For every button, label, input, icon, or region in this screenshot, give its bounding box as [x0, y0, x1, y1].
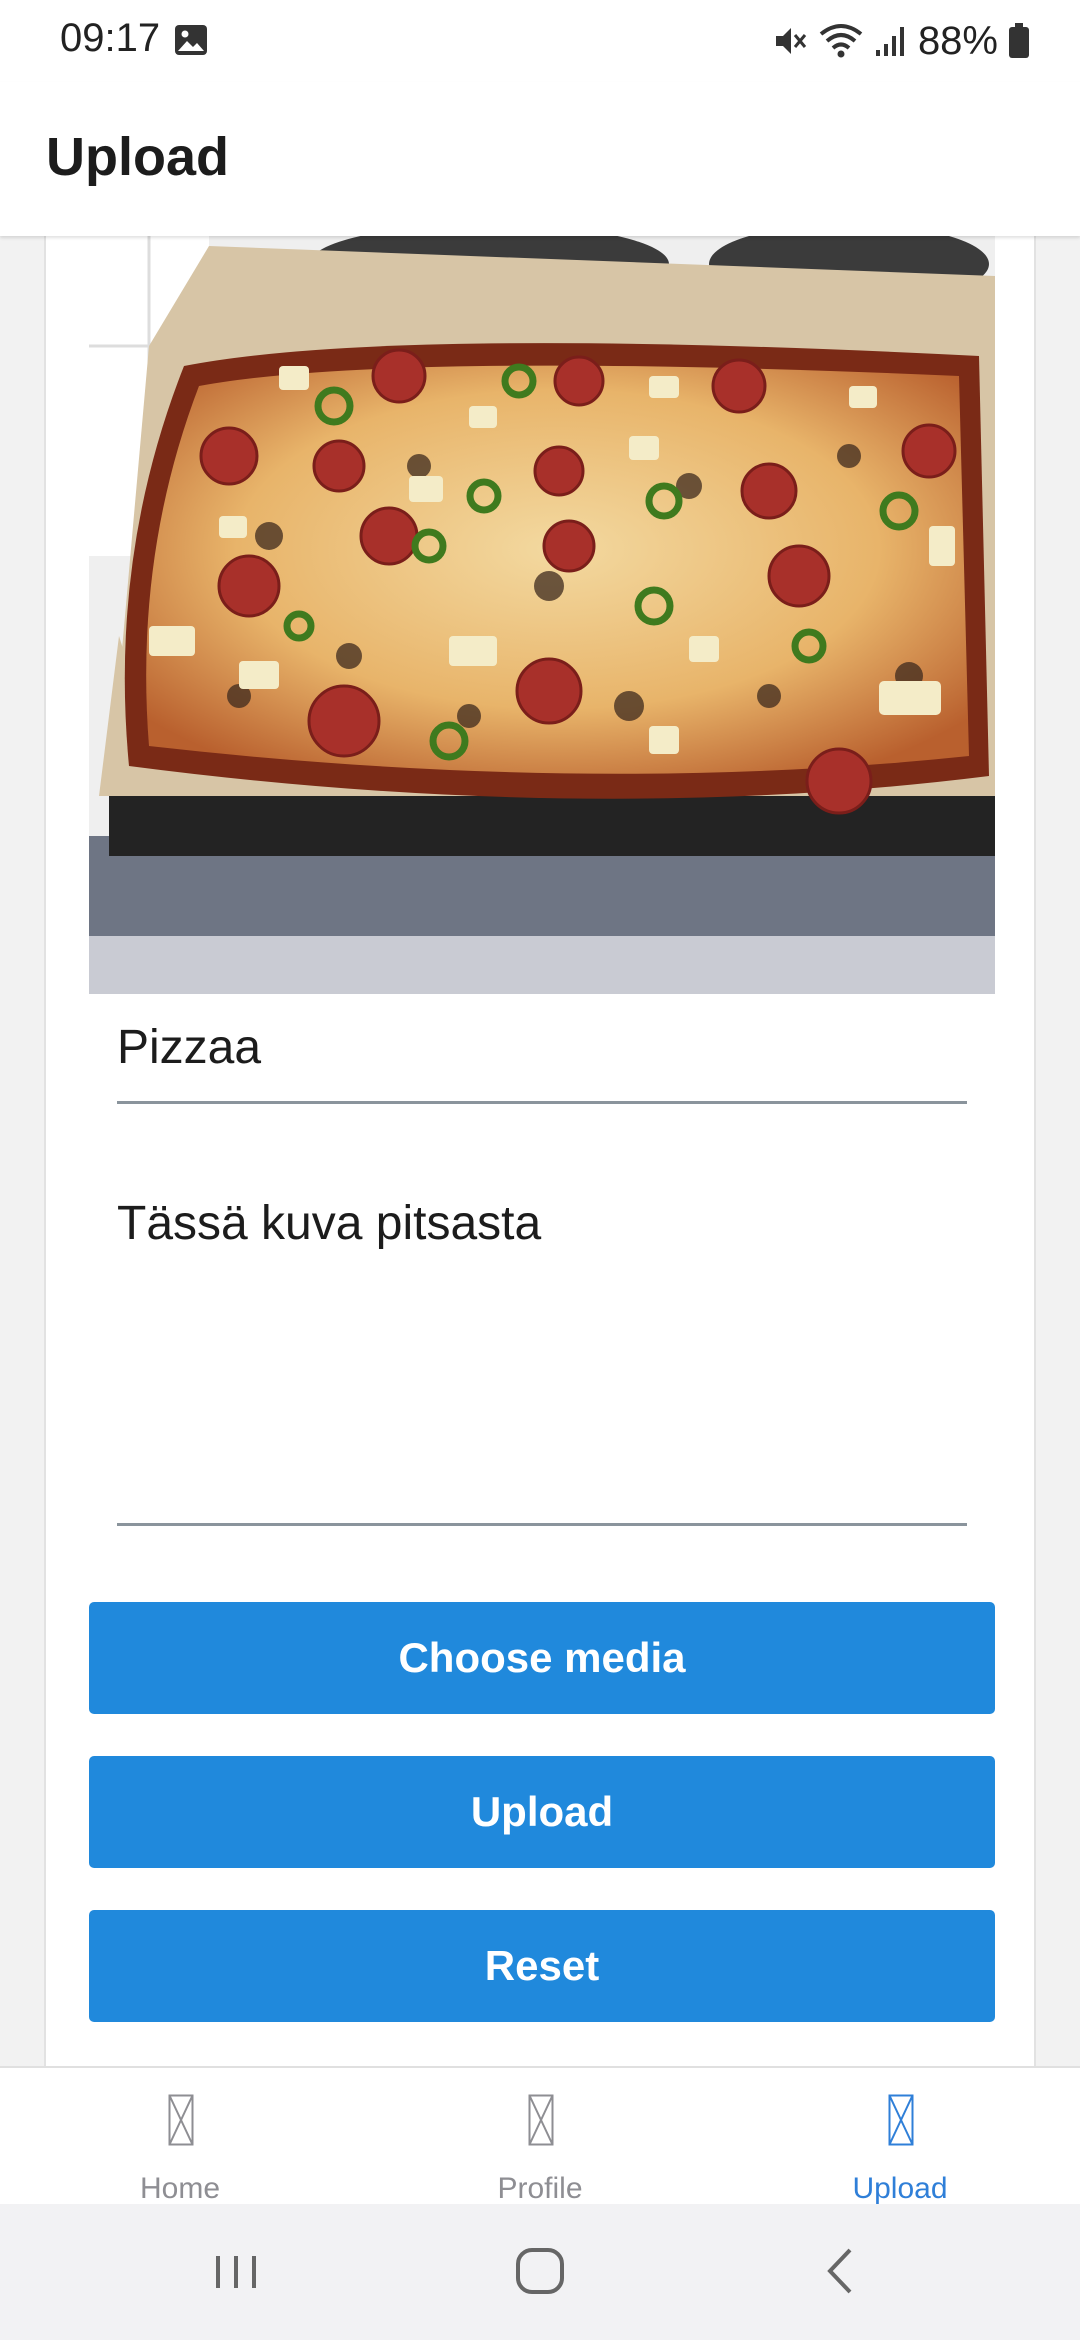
back-nav-icon[interactable] — [802, 2236, 882, 2306]
placeholder-icon — [168, 2094, 194, 2146]
system-nav-bar — [0, 2204, 1080, 2340]
battery-icon — [1009, 23, 1029, 58]
title-input[interactable]: Pizzaa — [117, 1006, 967, 1104]
placeholder-icon — [888, 2094, 914, 2146]
description-input[interactable]: Tässä kuva pitsasta — [117, 1156, 967, 1526]
status-icons: 88% — [772, 16, 1030, 66]
bottom-tab-bar: Home Profile Upload — [0, 2066, 1080, 2206]
tab-upload[interactable]: Upload — [720, 2068, 1080, 2206]
status-time: 09:17 — [60, 16, 161, 60]
app-header: Upload — [0, 82, 1080, 236]
tab-upload-label: Upload — [852, 2172, 948, 2205]
battery-percent: 88% — [917, 18, 998, 63]
tab-home-label: Home — [139, 2172, 221, 2205]
reset-button[interactable]: Reset — [89, 1910, 995, 2022]
choose-media-button[interactable]: Choose media — [89, 1602, 995, 1714]
tab-profile[interactable]: Profile — [360, 2068, 720, 2206]
tab-profile-label: Profile — [497, 2172, 583, 2205]
media-preview-image — [89, 236, 995, 994]
tab-home[interactable]: Home — [0, 2068, 360, 2206]
upload-button[interactable]: Upload — [89, 1756, 995, 1868]
signal-icon — [875, 27, 904, 56]
gallery-icon — [175, 25, 207, 55]
upload-form: Pizzaa Tässä kuva pitsasta Choose media … — [44, 236, 1036, 2066]
description-input-value: Tässä kuva pitsasta — [117, 1197, 542, 1250]
page-title: Upload — [46, 127, 229, 187]
placeholder-icon — [528, 2094, 554, 2146]
wifi-icon — [819, 24, 863, 58]
recent-apps-icon[interactable] — [196, 2236, 276, 2306]
title-input-value: Pizzaa — [117, 1021, 262, 1074]
home-nav-icon[interactable] — [500, 2236, 580, 2306]
status-bar: 09:17 88% — [0, 0, 1080, 82]
mute-icon — [775, 28, 807, 54]
